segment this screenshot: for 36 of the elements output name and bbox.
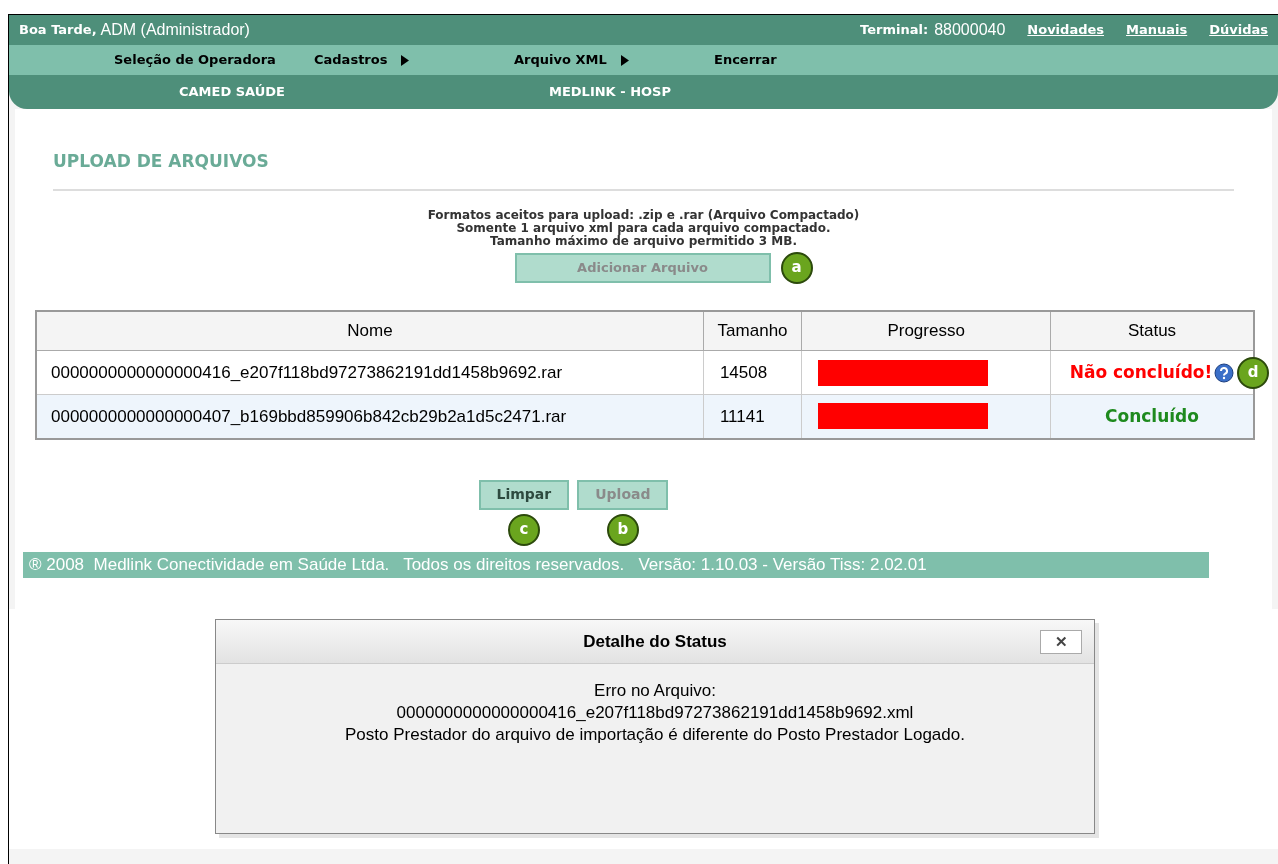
callout-marker: d — [1237, 356, 1269, 389]
dialog-message-line: Posto Prestador do arquivo de importação é diferente do Posto Prestador Logado. — [345, 724, 965, 746]
callout-marker: b — [606, 513, 639, 546]
menu-item[interactable]: Seleção de Operadora — [114, 50, 314, 70]
provider-name: MEDLINK - HOSP — [549, 83, 671, 102]
dialog-message-line: 0000000000000000416_e207f118bd97273862191dd1458b9692.xml — [396, 702, 914, 724]
callout-marker: a — [780, 251, 813, 284]
table-cell: 0000000000000000416_e207f118bd97273862191dd1458b9692.rar — [36, 350, 704, 395]
table-cell: 14508 — [703, 350, 802, 395]
header-link[interactable]: Manuais — [1126, 20, 1188, 40]
column-header: Nome — [36, 310, 704, 351]
terminal-number: 88000040 — [934, 20, 1006, 40]
greeting: Boa Tarde, — [19, 21, 97, 40]
callout-marker: c — [507, 513, 540, 546]
column-header: Tamanho — [703, 310, 802, 351]
footer-bar: ® 2008 Medlink Conectividade em Saúde Ltda. Todos os direitos reservados. Versão: 1.10.03 - Versão Tiss: 2.02.01 — [23, 551, 1209, 578]
dialog-message-line: Erro no Arquivo: — [594, 680, 716, 702]
operator-name: CAMED SAÚDE — [179, 83, 286, 102]
dialog-title: Detalhe do Status — [583, 630, 727, 653]
menu-item[interactable]: Cadastros — [314, 50, 514, 70]
status-text: Não concluído! — [1069, 360, 1213, 384]
help-icon[interactable] — [1214, 362, 1235, 383]
action-button[interactable]: Limpar — [478, 479, 570, 510]
user-name: ADM (Administrador) — [100, 20, 250, 40]
close-button[interactable]: ✕ — [1040, 630, 1082, 654]
menu-item[interactable]: Arquivo XML — [514, 50, 714, 70]
status-text: Concluído — [1105, 404, 1199, 428]
instruction-text: Somente 1 arquivo xml para cada arquivo compactado. — [456, 221, 831, 235]
menu-item[interactable]: Encerrar — [714, 50, 914, 70]
instruction-text: Formatos aceitos para upload: .zip e .rar (Arquivo Compactado) — [427, 208, 860, 222]
column-header: Progresso — [801, 310, 1051, 351]
header-link[interactable]: Dúvidas — [1209, 20, 1268, 40]
terminal-label: Terminal: — [860, 21, 929, 40]
page-title: UPLOAD DE ARQUIVOS — [53, 149, 1234, 191]
instruction-text: Tamanho máximo de arquivo permitido 3 MB. — [490, 234, 797, 248]
header-link[interactable]: Novidades — [1027, 20, 1104, 40]
